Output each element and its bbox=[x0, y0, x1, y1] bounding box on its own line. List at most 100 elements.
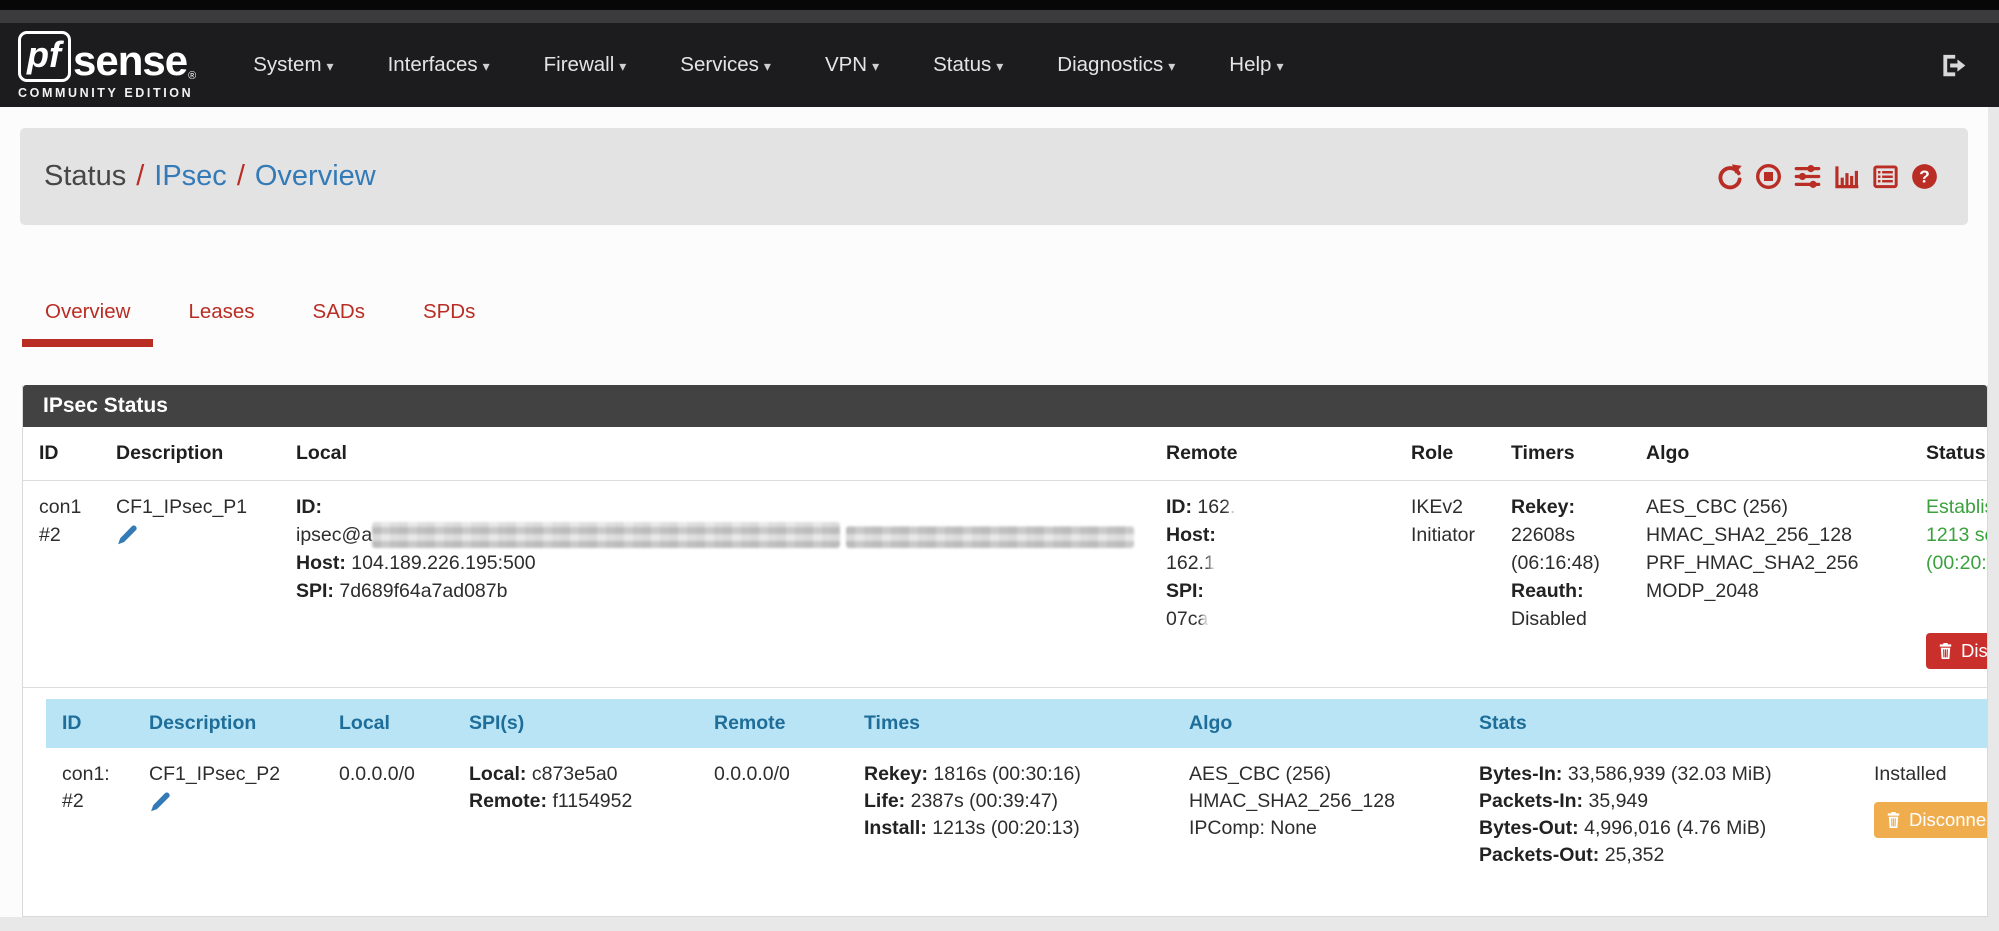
logout-icon[interactable] bbox=[1940, 52, 1967, 79]
pfsense-app: pfsense® COMMUNITY EDITION System▾ Inter… bbox=[0, 0, 1999, 931]
tab-leases[interactable]: Leases bbox=[165, 287, 277, 347]
status-text: (00:20:13) bbox=[1926, 549, 1987, 577]
chevron-down-icon: ▾ bbox=[327, 58, 334, 74]
cell-id: con1: #2 bbox=[46, 748, 133, 882]
cell-times: Rekey: 1816s (00:30:16) Life: 2387s (00:… bbox=[848, 748, 1173, 882]
col-times: Times bbox=[848, 699, 1173, 748]
chevron-down-icon: ▾ bbox=[996, 58, 1003, 74]
logo-pf-badge: pf bbox=[18, 31, 71, 82]
help-icon[interactable]: ? bbox=[1911, 163, 1938, 190]
cell-role: IKEv2 Initiator bbox=[1395, 481, 1495, 688]
tab-bar: Overview Leases SADs SPDs bbox=[22, 287, 510, 347]
cell-id: con1 #2 bbox=[23, 481, 100, 688]
col-local: Local bbox=[280, 427, 1150, 481]
menu-item-firewall[interactable]: Firewall▾ bbox=[517, 53, 654, 77]
cell-stats: Bytes-In: 33,586,939 (32.03 MiB) Packets… bbox=[1463, 748, 1858, 882]
ike-sa-table: ID Description Local Remote Role Timers … bbox=[23, 427, 1987, 688]
registered-mark: ® bbox=[188, 71, 196, 82]
breadcrumb-link-overview[interactable]: Overview bbox=[255, 160, 376, 192]
redacted-value bbox=[846, 526, 1134, 548]
table-header-row: ID Description Local Remote Role Timers … bbox=[23, 427, 1987, 481]
cell-local: 0.0.0.0/0 bbox=[323, 748, 453, 882]
menu-item-interfaces[interactable]: Interfaces▾ bbox=[361, 53, 517, 77]
col-remote: Remote bbox=[1150, 427, 1395, 481]
col-spis: SPI(s) bbox=[453, 699, 698, 748]
chevron-down-icon: ▾ bbox=[764, 58, 771, 74]
breadcrumb-section: Status bbox=[44, 160, 126, 192]
col-actions bbox=[1858, 699, 1987, 748]
tab-sads[interactable]: SADs bbox=[290, 287, 388, 347]
child-sa-table: ID Description Local SPI(s) Remote Times… bbox=[46, 699, 1987, 882]
cell-description: CF1_IPsec_P1 bbox=[100, 481, 280, 688]
table-row: con1 #2 CF1_IPsec_P1 ID: ipsec@a bbox=[23, 481, 1987, 688]
menu-item-status[interactable]: Status▾ bbox=[906, 53, 1030, 77]
logo-edition-text: COMMUNITY EDITION bbox=[18, 86, 196, 100]
cell-local: ID: ipsec@a Host: 104.189.226.195:500 SP… bbox=[280, 481, 1150, 688]
col-algo: Algo bbox=[1173, 699, 1463, 748]
tab-overview[interactable]: Overview bbox=[22, 287, 153, 347]
bar-chart-icon[interactable] bbox=[1833, 163, 1860, 190]
status-text: Installed bbox=[1874, 761, 1987, 788]
edit-icon[interactable] bbox=[149, 792, 170, 813]
col-algo: Algo bbox=[1630, 427, 1910, 481]
disconnect-button[interactable]: Disconnect bbox=[1926, 633, 1987, 669]
col-description: Description bbox=[100, 427, 280, 481]
redacted-value bbox=[1235, 494, 1347, 519]
panel-title: IPsec Status bbox=[23, 385, 1987, 427]
col-status: Status bbox=[1910, 427, 1987, 481]
page-action-icons: ? bbox=[1716, 163, 1968, 190]
col-role: Role bbox=[1395, 427, 1495, 481]
cell-remote: ID: 162. Host: 162.1 SPI: 07ca bbox=[1150, 481, 1395, 688]
menu-item-help[interactable]: Help▾ bbox=[1202, 53, 1310, 77]
tab-spds[interactable]: SPDs bbox=[400, 287, 498, 347]
status-text: Established bbox=[1926, 493, 1987, 521]
menu-item-vpn[interactable]: VPN▾ bbox=[798, 53, 906, 77]
table-row: con1: #2 CF1_IPsec_P2 0.0.0.0/0 bbox=[46, 748, 1987, 882]
chevron-down-icon: ▾ bbox=[872, 58, 879, 74]
col-id: ID bbox=[23, 427, 100, 481]
menu-item-diagnostics[interactable]: Diagnostics▾ bbox=[1030, 53, 1202, 77]
logo-sense-text: sense bbox=[73, 40, 187, 82]
cell-spis: Local: c873e5a0 Remote: f1154952 bbox=[453, 748, 698, 882]
redacted-value bbox=[1215, 550, 1343, 575]
cell-status: Established 1213 seconds (00:20:13) Disc… bbox=[1910, 481, 1987, 688]
panel-body: ID Description Local Remote Role Timers … bbox=[23, 427, 1987, 916]
col-remote: Remote bbox=[698, 699, 848, 748]
trash-icon bbox=[1938, 643, 1953, 659]
breadcrumb-bar: Status/IPsec/Overview ? bbox=[20, 128, 1968, 225]
cell-description: CF1_IPsec_P2 bbox=[133, 748, 323, 882]
redacted-value bbox=[1208, 606, 1354, 631]
pfsense-logo[interactable]: pfsense® COMMUNITY EDITION bbox=[18, 31, 196, 100]
cell-remote: 0.0.0.0/0 bbox=[698, 748, 848, 882]
col-description: Description bbox=[133, 699, 323, 748]
svg-text:?: ? bbox=[1919, 166, 1930, 186]
cell-timers: Rekey: 22608s (06:16:48) Reauth: Disable… bbox=[1495, 481, 1630, 688]
cell-status: Installed Disconnect bbox=[1858, 748, 1987, 882]
menu-item-system[interactable]: System▾ bbox=[226, 53, 360, 77]
top-edge-strip bbox=[0, 0, 1999, 10]
disconnect-button[interactable]: Disconnect bbox=[1874, 802, 1987, 838]
redacted-value bbox=[372, 522, 840, 548]
secondary-top-strip bbox=[0, 10, 1999, 23]
breadcrumb-separator: / bbox=[126, 160, 154, 192]
edit-icon[interactable] bbox=[116, 525, 137, 546]
refresh-icon[interactable] bbox=[1716, 163, 1743, 190]
menu-item-services[interactable]: Services▾ bbox=[653, 53, 798, 77]
breadcrumb-link-ipsec[interactable]: IPsec bbox=[154, 160, 227, 192]
breadcrumb: Status/IPsec/Overview bbox=[20, 160, 376, 193]
child-sa-section: ID Description Local SPI(s) Remote Times… bbox=[46, 699, 1987, 882]
sliders-icon[interactable] bbox=[1794, 163, 1821, 190]
chevron-down-icon: ▾ bbox=[1168, 58, 1175, 74]
col-stats: Stats bbox=[1463, 699, 1858, 748]
main-menu: System▾ Interfaces▾ Firewall▾ Services▾ … bbox=[226, 53, 1310, 77]
col-timers: Timers bbox=[1495, 427, 1630, 481]
log-list-icon[interactable] bbox=[1872, 163, 1899, 190]
chevron-down-icon: ▾ bbox=[619, 58, 626, 74]
col-id: ID bbox=[46, 699, 133, 748]
breadcrumb-separator: / bbox=[227, 160, 255, 192]
trash-icon bbox=[1886, 812, 1901, 828]
chevron-down-icon: ▾ bbox=[1276, 58, 1283, 74]
cell-algo: AES_CBC (256) HMAC_SHA2_256_128 IPComp: … bbox=[1173, 748, 1463, 882]
cell-algo: AES_CBC (256) HMAC_SHA2_256_128 PRF_HMAC… bbox=[1630, 481, 1910, 688]
stop-icon[interactable] bbox=[1755, 163, 1782, 190]
